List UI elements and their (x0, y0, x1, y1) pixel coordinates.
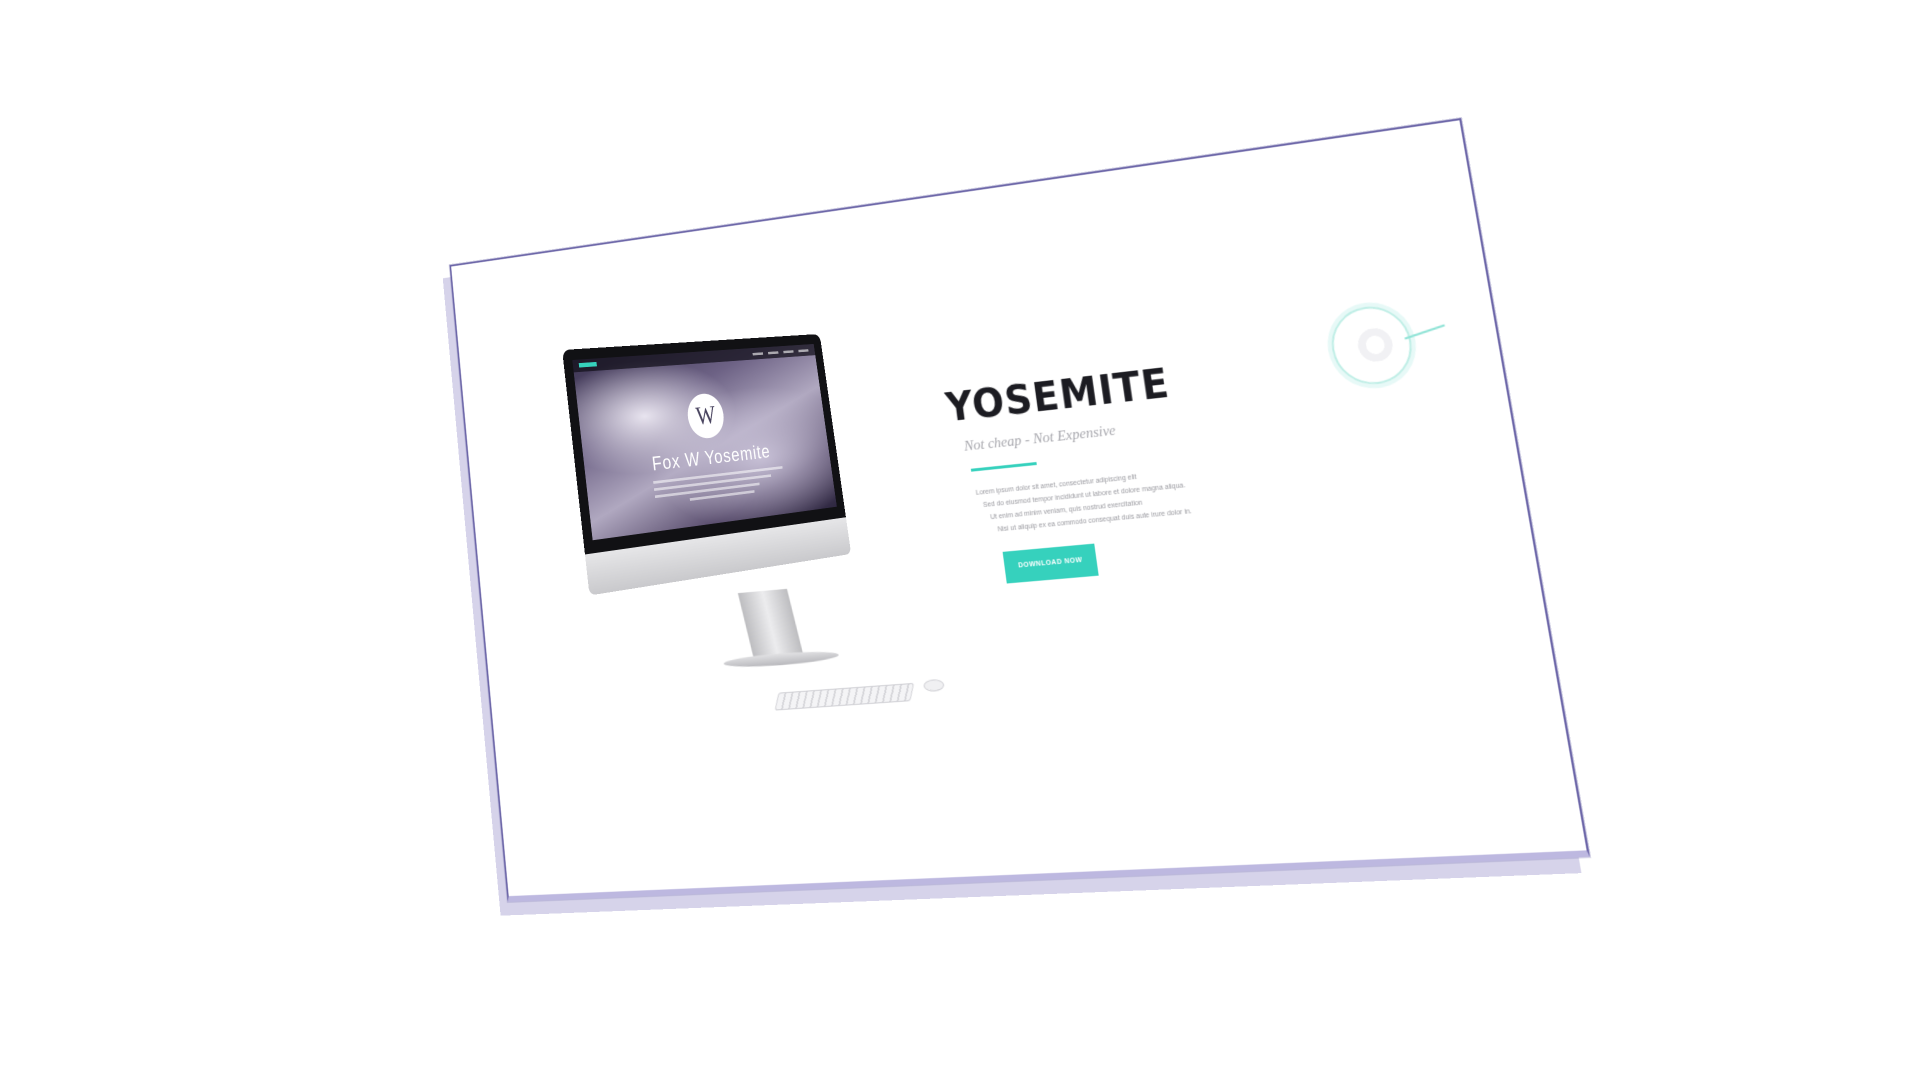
screen-navbar (572, 343, 816, 373)
screen-nav-item (798, 348, 809, 352)
stage: W Fox W Yosemite YOSEMITE Not cheap - No… (0, 0, 1920, 1080)
screen-brand-mark (578, 361, 597, 368)
monitor-stand (737, 588, 804, 660)
keyboard (774, 682, 915, 711)
screen-nav-item (767, 350, 779, 354)
accent-divider (970, 461, 1037, 472)
computer-mockup: W Fox W Yosemite (562, 307, 945, 736)
screen-logo: W (685, 392, 727, 440)
slide-panel: W Fox W Yosemite YOSEMITE Not cheap - No… (449, 117, 1591, 902)
hero-content: YOSEMITE Not cheap - Not Expensive Lorem… (943, 344, 1344, 587)
monitor-screen: W Fox W Yosemite (572, 343, 837, 541)
mouse (922, 678, 945, 693)
monitor-bezel: W Fox W Yosemite (562, 333, 846, 555)
screen-nav-item (783, 349, 794, 353)
screen-nav-item (752, 351, 764, 356)
target-icon (1326, 302, 1418, 389)
download-now-button[interactable]: DOWNLOAD NOW (1002, 543, 1099, 584)
target-pointer-line (1404, 324, 1446, 340)
monitor: W Fox W Yosemite (562, 333, 852, 596)
